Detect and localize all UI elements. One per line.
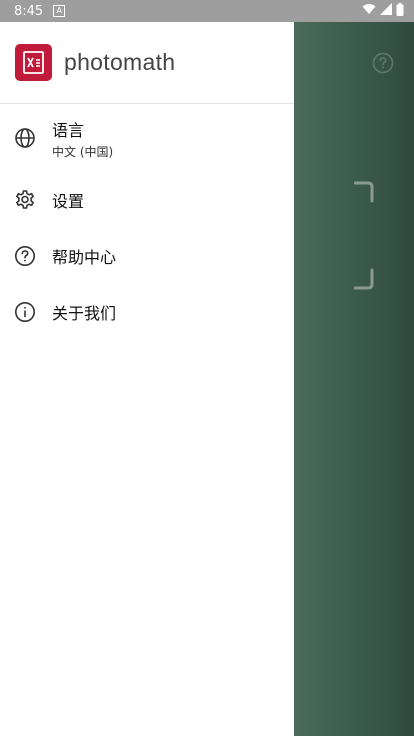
info-icon <box>14 301 36 323</box>
menu-item-about-us[interactable]: 关于我们 <box>0 284 294 340</box>
globe-icon <box>14 127 36 149</box>
menu-item-sublabel: 中文 (中国) <box>52 144 114 159</box>
brand-name: photomath <box>64 49 176 75</box>
crop-corner-top-right-icon <box>353 181 374 207</box>
status-bar: 8:45 A <box>0 0 414 22</box>
gear-icon <box>14 189 36 211</box>
menu-item-label: 语言 <box>52 120 85 140</box>
menu-item-language[interactable]: 语言 中文 (中国) <box>0 104 294 172</box>
drawer-header: photomath <box>0 22 294 104</box>
camera-help-icon[interactable] <box>372 52 394 78</box>
menu-item-help-center[interactable]: 帮助中心 <box>0 228 294 284</box>
help-circle-icon <box>14 245 36 267</box>
signal-icon <box>380 3 392 19</box>
battery-icon <box>396 2 404 20</box>
notification-a-icon: A <box>53 5 66 17</box>
photomath-logo-icon <box>15 44 52 81</box>
status-time: 8:45 <box>14 3 44 19</box>
menu-item-label: 设置 <box>52 192 85 211</box>
camera-view <box>294 22 414 736</box>
wifi-icon <box>362 3 376 19</box>
crop-corner-bottom-right-icon <box>353 268 374 294</box>
menu-item-settings[interactable]: 设置 <box>0 172 294 228</box>
menu-item-label: 帮助中心 <box>52 248 117 267</box>
drawer-menu: 语言 中文 (中国) 设置 帮助中心 关于我们 <box>0 104 294 340</box>
navigation-drawer: photomath 语言 中文 (中国) 设置 帮助中心 关于我们 <box>0 22 294 736</box>
menu-item-label: 关于我们 <box>52 304 117 323</box>
